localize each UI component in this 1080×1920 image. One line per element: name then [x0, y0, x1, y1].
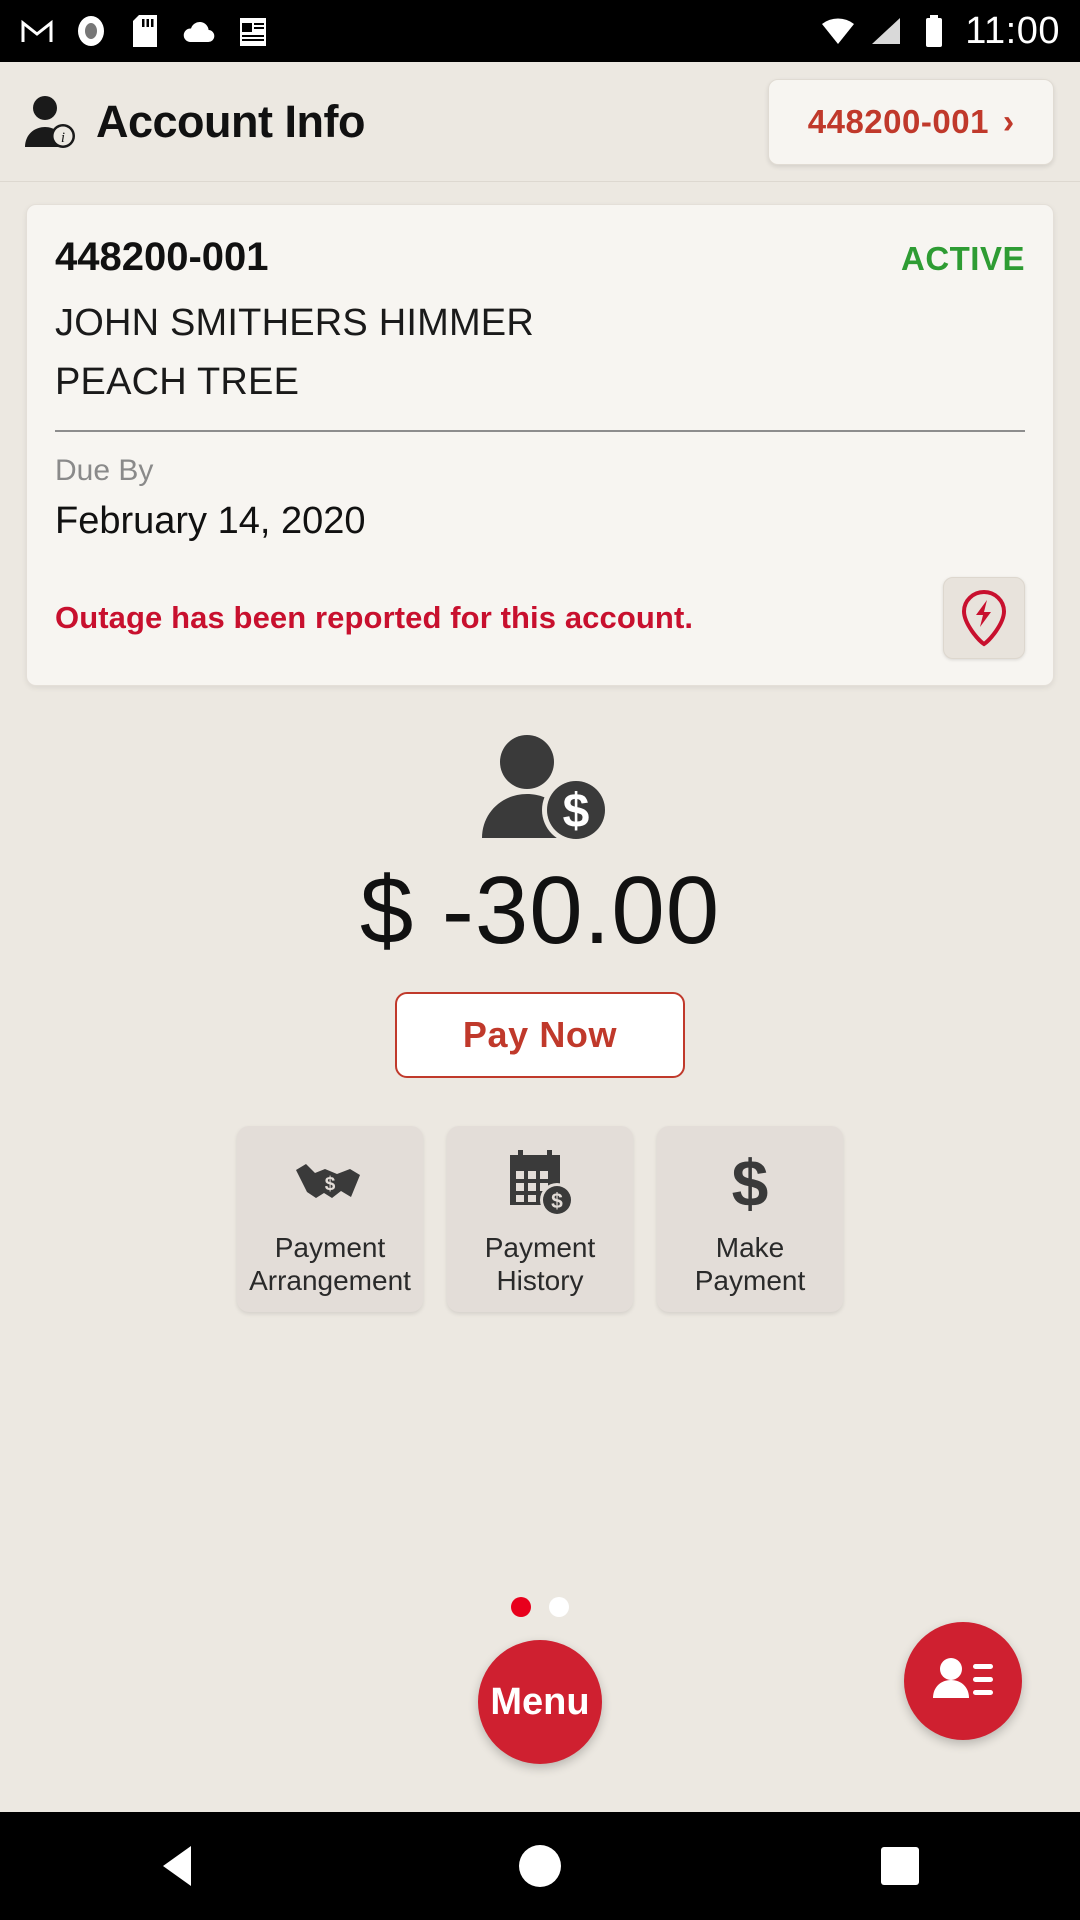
tile-label: Payment Arrangement	[249, 1231, 411, 1297]
tile-label-line1: Payment	[484, 1231, 596, 1263]
account-selector-chip[interactable]: 448200-001 ›	[768, 78, 1054, 165]
svg-text:$: $	[563, 785, 590, 838]
menu-fab-button[interactable]: Menu	[478, 1640, 602, 1764]
tile-make-payment[interactable]: $ Make Payment	[657, 1126, 843, 1312]
news-icon	[236, 14, 270, 48]
chevron-right-icon: ›	[1002, 102, 1015, 141]
sd-card-icon	[128, 14, 162, 48]
status-bar-left-icons	[20, 14, 821, 48]
user-info-icon: i	[18, 91, 80, 153]
battery-icon	[917, 14, 951, 48]
outage-bolt-pin-icon[interactable]	[943, 577, 1025, 659]
app-screen: 11:00 i Account Info 448200-001 › 448200	[0, 0, 1080, 1920]
tile-payment-arrangement[interactable]: $ Payment Arrangement	[237, 1126, 423, 1312]
handshake-dollar-icon: $	[292, 1147, 368, 1219]
wifi-icon	[821, 14, 855, 48]
page-indicator	[0, 1597, 1080, 1617]
home-icon[interactable]	[480, 1812, 600, 1920]
tile-label-line1: Make	[715, 1231, 785, 1263]
page-dot-inactive[interactable]	[549, 1597, 569, 1617]
app-bar: i Account Info 448200-001 ›	[0, 62, 1080, 182]
status-bar-right-icons: 11:00	[821, 12, 1060, 50]
status-bar-clock: 11:00	[965, 10, 1060, 52]
gmail-icon	[20, 14, 54, 48]
svg-text:$: $	[325, 1174, 336, 1195]
card-divider	[55, 430, 1025, 432]
record-icon	[74, 14, 108, 48]
contacts-fab-button[interactable]	[904, 1622, 1022, 1740]
tile-label-line2: History	[496, 1265, 584, 1296]
svg-text:$: $	[732, 1149, 769, 1217]
tile-label: Make Payment	[695, 1231, 806, 1297]
dollar-sign-icon: $	[723, 1147, 777, 1219]
account-summary-card[interactable]: 448200-001 ACTIVE JOHN SMITHERS HIMMER P…	[26, 204, 1054, 686]
balance-amount: $ -30.00	[359, 857, 721, 964]
account-selector-label: 448200-001	[807, 102, 989, 140]
signal-icon	[869, 14, 903, 48]
svg-text:i: i	[61, 130, 65, 146]
status-badge: ACTIVE	[900, 240, 1025, 277]
tile-label-line2: Payment	[694, 1265, 806, 1296]
account-card-header: 448200-001 ACTIVE	[55, 235, 1025, 280]
outage-message: Outage has been reported for this accoun…	[55, 600, 694, 635]
person-dollar-icon: $	[0, 732, 1080, 848]
android-nav-bar	[0, 1812, 1080, 1920]
back-icon[interactable]	[120, 1812, 240, 1920]
quick-action-tiles: $ Payment Arrangement $ Payment History …	[0, 1126, 1080, 1312]
tile-label-line1: Payment	[274, 1231, 386, 1263]
app-bar-title-group: i Account Info	[18, 91, 768, 153]
tile-label: Payment History	[485, 1231, 596, 1297]
tile-payment-history[interactable]: $ Payment History	[447, 1126, 633, 1312]
tile-label-line2: Arrangement	[249, 1265, 411, 1296]
page-dot-active[interactable]	[511, 1597, 531, 1617]
due-by-label: Due By	[55, 454, 154, 487]
recents-icon[interactable]	[840, 1812, 960, 1920]
status-bar: 11:00	[0, 0, 1080, 62]
due-date-value: February 14, 2020	[55, 500, 366, 542]
outage-row: Outage has been reported for this accoun…	[55, 577, 1025, 659]
menu-fab-label: Menu	[490, 1680, 590, 1723]
calendar-dollar-icon: $	[504, 1147, 576, 1219]
cloud-icon	[182, 14, 216, 48]
page-title: Account Info	[96, 95, 365, 147]
account-number: 448200-001	[55, 235, 269, 279]
balance-block: $ $ -30.00 Pay Now	[0, 732, 1080, 1078]
service-address: PEACH TREE	[55, 361, 300, 403]
pay-now-button[interactable]: Pay Now	[394, 992, 686, 1078]
contacts-icon	[931, 1652, 995, 1711]
svg-text:$: $	[551, 1190, 563, 1213]
customer-name: JOHN SMITHERS HIMMER	[55, 302, 534, 344]
